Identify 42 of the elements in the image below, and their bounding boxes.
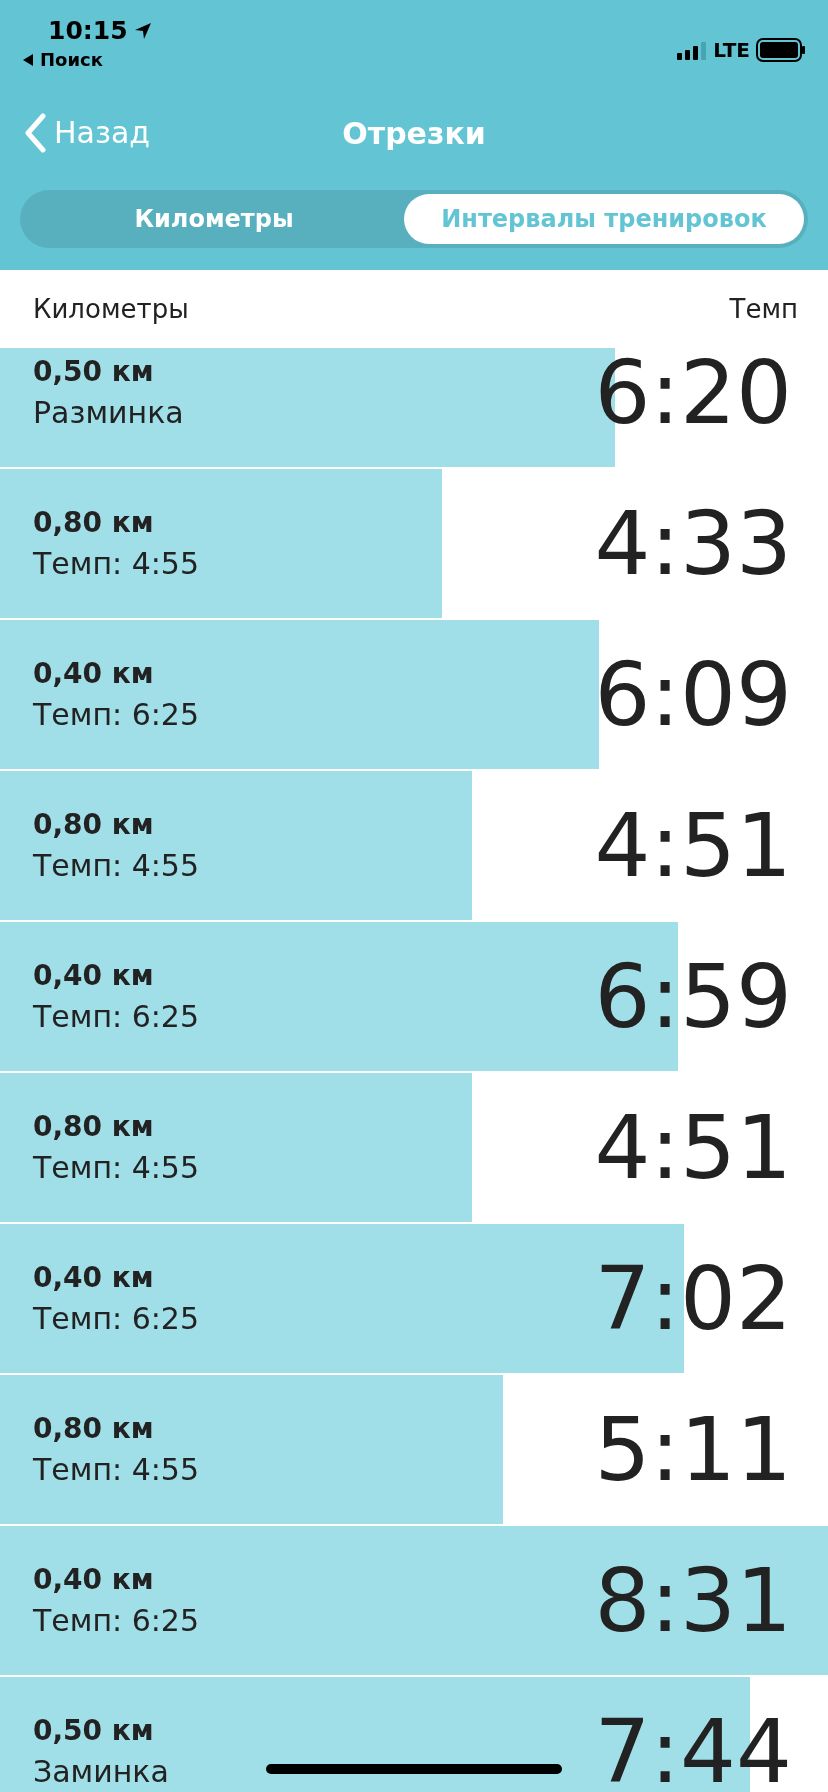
pace-value: 8:31 xyxy=(594,1556,792,1645)
column-header: Темп xyxy=(729,292,798,326)
split-row[interactable]: 0,40 км Темп: 6:25 8:31 xyxy=(0,1526,828,1675)
segment-note: Темп: 6:25 xyxy=(33,1303,200,1334)
segment-note: Темп: 6:25 xyxy=(33,1605,200,1636)
location-arrow-icon xyxy=(133,21,152,40)
back-to-app-link[interactable]: Поиск xyxy=(40,51,103,69)
pace-value: 4:33 xyxy=(594,499,792,588)
segment-distance: 0,40 км xyxy=(33,961,155,990)
segment-note: Темп: 4:55 xyxy=(33,548,200,579)
segment-distance: 0,50 км xyxy=(33,1716,155,1745)
clock: 10:15 xyxy=(48,18,128,43)
battery-icon xyxy=(756,38,806,62)
segment-note: Разминка xyxy=(33,397,184,428)
screen-title: Отрезки xyxy=(342,114,486,153)
column-header: Километры xyxy=(33,292,189,326)
pace-value: 6:20 xyxy=(594,348,792,437)
pace-value: 7:02 xyxy=(594,1254,792,1343)
segment-note: Темп: 6:25 xyxy=(33,699,200,730)
segment-note: Темп: 4:55 xyxy=(33,850,200,881)
pace-value: 4:51 xyxy=(594,1103,792,1192)
segment-distance: 0,40 км xyxy=(33,1263,155,1292)
segment-distance: 0,40 км xyxy=(33,1565,155,1594)
segment-note: Темп: 6:25 xyxy=(33,1001,200,1032)
back-triangle-icon xyxy=(22,53,34,67)
segment-distance: 0,50 км xyxy=(33,357,155,386)
pace-value: 4:51 xyxy=(594,801,792,890)
segment-distance: 0,40 км xyxy=(33,659,155,688)
pace-value: 6:09 xyxy=(594,650,792,739)
segment-note: Темп: 4:55 xyxy=(33,1454,200,1485)
network-label: LTE xyxy=(713,37,750,64)
segment-distance: 0,80 км xyxy=(33,810,155,839)
segment-note: Заминка xyxy=(33,1756,169,1787)
segment-distance: 0,80 км xyxy=(33,508,155,537)
segment-distance: 0,80 км xyxy=(33,1112,155,1141)
signal-icon xyxy=(677,40,708,60)
segment-distance: 0,80 км xyxy=(33,1414,155,1443)
segment-note: Темп: 4:55 xyxy=(33,1152,200,1183)
pace-value: 5:11 xyxy=(594,1405,792,1494)
pace-value: 7:44 xyxy=(594,1707,792,1792)
pace-value: 6:59 xyxy=(594,952,792,1041)
chevron-left-icon xyxy=(24,112,46,153)
